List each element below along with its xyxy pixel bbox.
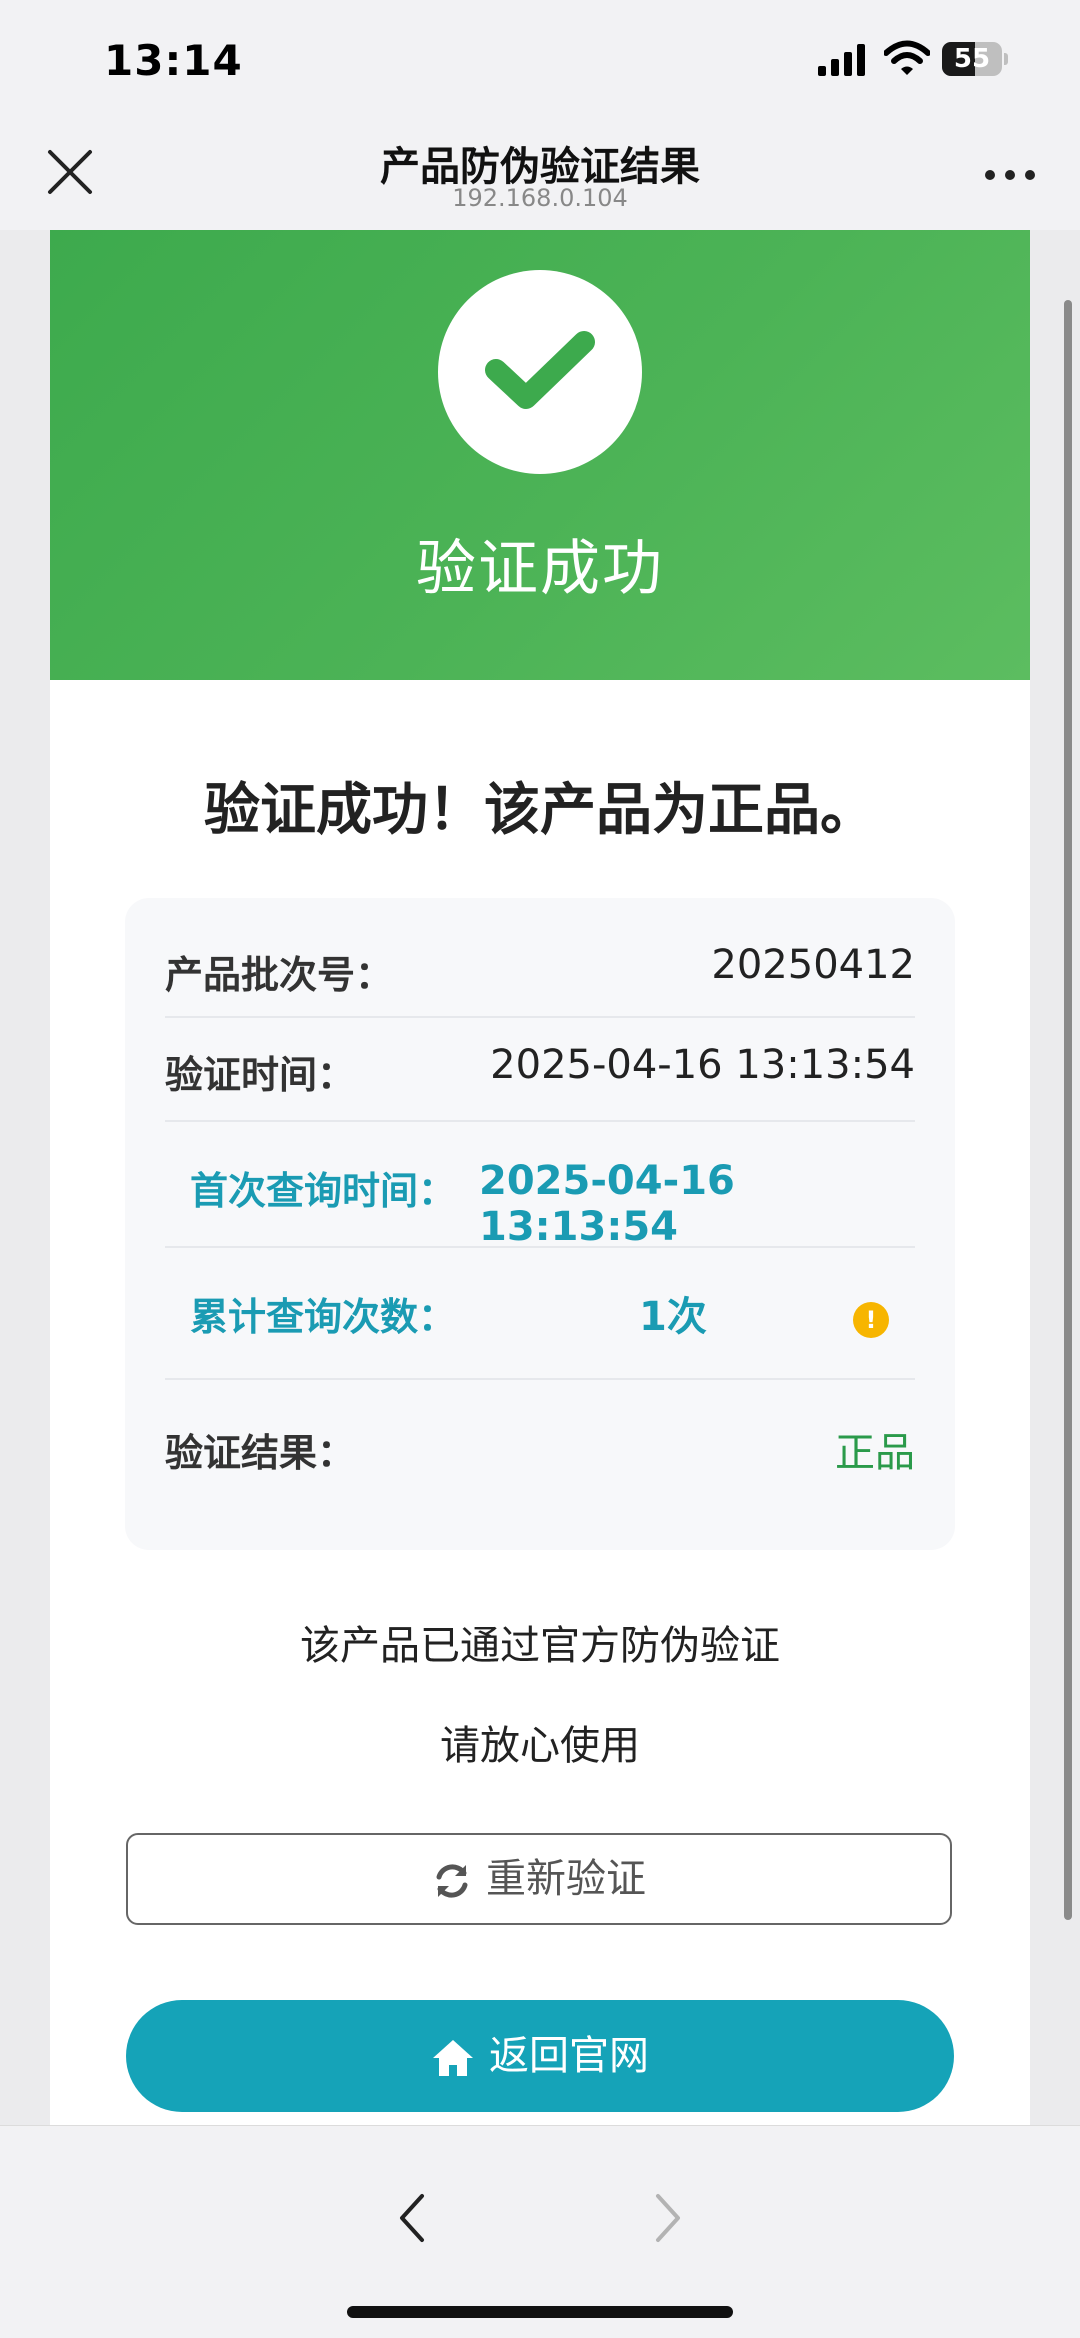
refresh-icon <box>436 1864 468 1898</box>
retry-button-content: 重新验证 <box>128 1835 950 1923</box>
bottom-toolbar <box>0 2125 1080 2338</box>
batch-value: 20250412 <box>711 942 915 988</box>
home-button[interactable]: 返回官网 <box>126 2000 954 2112</box>
retry-button[interactable]: 重新验证 <box>126 1833 952 1925</box>
banner-title: 验证成功 <box>416 534 664 604</box>
result-value: 正品 <box>835 1430 915 1476</box>
verify-time-value: 2025-04-16 13:13:54 <box>490 1042 915 1088</box>
info-row-batch: 产品批次号： 20250412 <box>165 918 915 1018</box>
nav-bar: 产品防伪验证结果 192.168.0.104 <box>0 120 1080 230</box>
web-content: 验证成功 验证成功！该产品为正品。 产品批次号： 20250412 验证时间： … <box>0 230 1080 2125</box>
result-label: 验证结果： <box>165 1431 356 1475</box>
battery-label: 55 <box>953 44 991 74</box>
home-icon <box>433 2040 473 2076</box>
reassure-note: 请放心使用 <box>440 1723 640 1769</box>
batch-label: 产品批次号： <box>165 953 394 997</box>
first-query-label: 首次查询时间： <box>190 1169 457 1213</box>
chevron-left-icon[interactable] <box>392 2190 432 2246</box>
query-count-value: 1次 <box>639 1294 707 1340</box>
success-badge <box>438 270 642 474</box>
status-time: 13:14 <box>104 36 243 85</box>
home-indicator <box>347 2306 733 2318</box>
result-card: 验证成功 验证成功！该产品为正品。 产品批次号： 20250412 验证时间： … <box>50 230 1030 2125</box>
status-bar: 13:14 55 <box>0 0 1080 120</box>
battery-icon: 55 <box>942 42 1008 76</box>
wifi-icon <box>884 40 930 75</box>
warning-icon[interactable]: ! <box>853 1302 889 1338</box>
signal-icon <box>818 44 865 76</box>
check-icon <box>485 331 595 409</box>
info-row-first-query: 首次查询时间： 2025-04-16 13:13:54 <box>165 1122 915 1250</box>
result-headline: 验证成功！该产品为正品。 <box>204 778 876 843</box>
chevron-right-icon[interactable] <box>648 2190 688 2246</box>
battery-nub <box>1004 53 1008 65</box>
retry-label: 重新验证 <box>486 1856 646 1902</box>
info-panel: 产品批次号： 20250412 验证时间： 2025-04-16 13:13:5… <box>125 898 955 1550</box>
more-icon[interactable] <box>980 160 1040 190</box>
info-row-result: 验证结果： 正品 <box>165 1380 915 1510</box>
page-url: 192.168.0.104 <box>452 184 628 212</box>
verify-time-label: 验证时间： <box>165 1053 356 1097</box>
info-row-verify-time: 验证时间： 2025-04-16 13:13:54 <box>165 1018 915 1122</box>
scrollbar[interactable] <box>1064 300 1072 1920</box>
first-query-value: 2025-04-16 13:13:54 <box>479 1158 735 1250</box>
home-button-content: 返回官网 <box>126 2000 954 2112</box>
home-label: 返回官网 <box>489 2033 649 2079</box>
battery-body: 55 <box>942 42 1002 76</box>
info-row-query-count: 累计查询次数： 1次 ! <box>165 1248 915 1380</box>
success-banner: 验证成功 <box>50 230 1030 680</box>
query-count-label: 累计查询次数： <box>190 1295 457 1339</box>
verified-note: 该产品已通过官方防伪验证 <box>300 1623 780 1669</box>
